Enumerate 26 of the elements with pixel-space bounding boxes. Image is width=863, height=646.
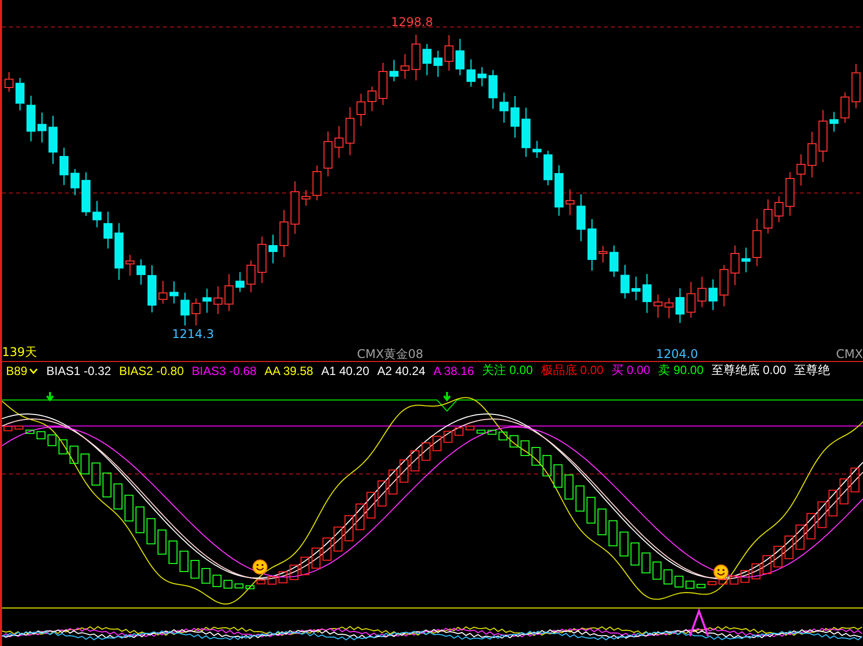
indicator-value: 极品底 0.00 — [540, 362, 604, 379]
contract-label: CMX黄金08 — [357, 347, 424, 361]
low-price-label: 1214.3 — [172, 327, 214, 341]
high-price-label: 1298.8 — [391, 15, 433, 29]
indicator-value: A1 40.20 — [321, 364, 370, 378]
indicator-value: A 38.16 — [433, 364, 474, 378]
indicator-value: BIAS2 -0.80 — [119, 364, 184, 378]
down-arrow-icon — [443, 391, 451, 402]
spike-marker — [689, 608, 709, 636]
period-label: 139天 — [2, 345, 37, 359]
indicator-value: 至尊绝 — [794, 362, 830, 379]
smiley-icon — [714, 564, 728, 580]
indicator-value: BIAS3 -0.68 — [192, 364, 257, 378]
down-arrow-icon — [46, 391, 54, 402]
indicator-value: AA 39.58 — [264, 364, 314, 378]
indicator-value: A2 40.24 — [377, 364, 426, 378]
indicator-value: 买 0.00 — [611, 362, 650, 379]
caret-icon — [29, 368, 38, 374]
indicator-value: 卖 90.00 — [658, 362, 704, 379]
indicator-value: BIAS1 -0.32 — [46, 364, 112, 378]
low-price-label: 1204.0 — [656, 347, 698, 361]
smiley-icon — [252, 560, 268, 574]
indicator-value: 至尊绝底 0.00 — [712, 362, 786, 379]
contract-label: CMX — [836, 347, 863, 361]
indicator-selector[interactable]: B89 — [6, 364, 38, 378]
indicator-value: 关注 0.00 — [482, 362, 533, 379]
